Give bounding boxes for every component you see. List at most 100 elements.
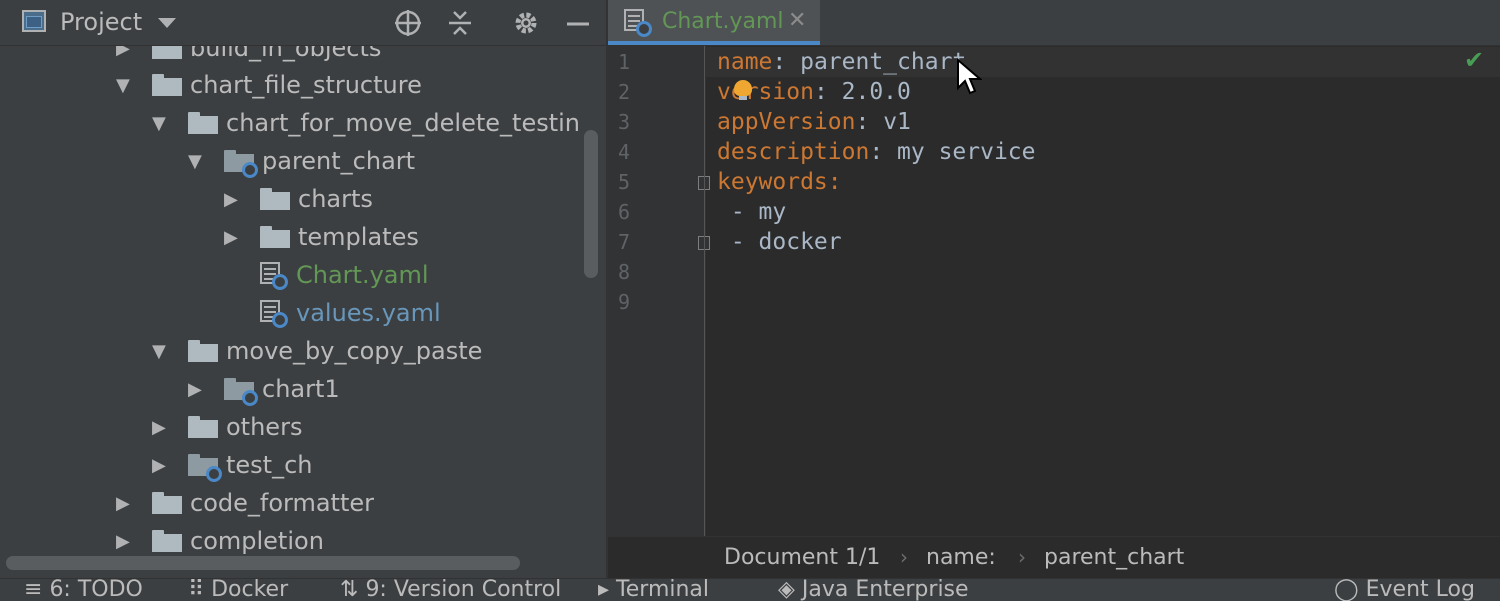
- java-enterprise-tool-button[interactable]: ◈ Java Enterprise: [778, 579, 969, 601]
- folder-icon: [260, 188, 290, 210]
- code-line-4[interactable]: description: my service: [717, 137, 1036, 167]
- yaml-key: version: [717, 79, 814, 105]
- chart-yaml-file-icon: [260, 262, 288, 290]
- expand-arrow-icon[interactable]: ▶: [224, 189, 260, 210]
- close-icon[interactable]: ✕: [788, 8, 806, 33]
- todo-tool-button[interactable]: ≡ 6: TODO: [24, 578, 143, 601]
- tree-item-chart-for-move-delete-testing[interactable]: ▼ chart_for_move_delete_testin: [152, 104, 580, 142]
- locate-file-icon[interactable]: [394, 9, 422, 37]
- yaml-separator: :: [813, 79, 842, 105]
- code-line-1[interactable]: name: parent_chart: [717, 47, 966, 77]
- todo-label: 6: TODO: [49, 578, 143, 601]
- tree-vertical-scrollbar[interactable]: [584, 130, 598, 278]
- folder-icon: [188, 112, 218, 134]
- collapse-all-icon[interactable]: [446, 9, 474, 37]
- tree-item-label: charts: [298, 185, 373, 213]
- line-number: 9: [618, 290, 631, 314]
- tree-item-label: test_ch: [226, 451, 313, 479]
- chevron-down-icon[interactable]: [158, 18, 176, 28]
- yaml-key: keywords: [717, 169, 828, 195]
- yaml-list-item: - my: [717, 199, 787, 225]
- gutter-separator: [704, 46, 705, 536]
- tab-chart-yaml[interactable]: Chart.yaml ✕: [608, 0, 820, 45]
- line-number: 7: [618, 230, 631, 254]
- tree-item-label: chart1: [262, 375, 340, 403]
- expand-arrow-icon[interactable]: ▶: [224, 227, 260, 248]
- folder-icon: [188, 416, 218, 438]
- breadcrumb-document[interactable]: Document 1/1: [724, 545, 880, 570]
- expand-arrow-icon[interactable]: ▶: [152, 455, 188, 476]
- yaml-key: appVersion: [717, 109, 856, 135]
- collapse-arrow-icon[interactable]: ▼: [116, 75, 152, 96]
- breadcrumb: Document 1/1 › name: › parent_chart: [608, 536, 1500, 578]
- tree-item-label: values.yaml: [296, 299, 441, 327]
- tree-item-label: parent_chart: [262, 147, 416, 175]
- event-log-label: Event Log: [1365, 578, 1475, 601]
- tree-item-templates[interactable]: ▶ templates: [224, 218, 419, 256]
- tree-item-charts[interactable]: ▶ charts: [224, 180, 373, 218]
- tree-item-chart1[interactable]: ▶ chart1: [188, 370, 340, 408]
- docker-tool-button[interactable]: ⠿ Docker: [188, 578, 289, 601]
- folder-icon: [152, 74, 182, 96]
- tree-item-others[interactable]: ▶ others: [152, 408, 302, 446]
- project-window-icon: [22, 10, 46, 32]
- tree-item-chart-file-structure[interactable]: ▼ chart_file_structure: [116, 66, 422, 104]
- code-line-5[interactable]: keywords:: [717, 167, 842, 197]
- hide-panel-icon[interactable]: [564, 9, 592, 37]
- chart-folder-icon: [188, 454, 222, 482]
- version-control-tool-button[interactable]: ⇅ 9: Version Control: [340, 578, 562, 601]
- yaml-key: name: [717, 49, 773, 75]
- collapse-arrow-icon[interactable]: ▼: [152, 113, 188, 134]
- yaml-separator: :: [869, 139, 898, 165]
- tree-item-completion[interactable]: ▶ completion: [116, 522, 324, 560]
- lightbulb-icon[interactable]: [734, 80, 752, 100]
- collapse-arrow-icon[interactable]: ▼: [152, 341, 188, 362]
- line-number: 1: [618, 50, 631, 74]
- tree-item-parent-chart[interactable]: ▼ parent_chart: [188, 142, 415, 180]
- line-number-gutter: 1 2 3 4 5 6 7 8 9: [608, 46, 710, 536]
- helm-gear-icon: [242, 162, 258, 178]
- expand-arrow-icon[interactable]: ▶: [152, 417, 188, 438]
- terminal-tool-button[interactable]: ▸ Terminal: [598, 578, 710, 601]
- tree-item-label: chart_file_structure: [190, 71, 422, 99]
- editor-area: Chart.yaml ✕ 1 2 3 4 5 6 7 8 9 name: par…: [608, 0, 1500, 578]
- project-view-title[interactable]: Project: [60, 8, 142, 36]
- line-number: 8: [618, 260, 631, 284]
- expand-arrow-icon[interactable]: ▶: [116, 493, 152, 514]
- yaml-separator: :: [827, 169, 842, 195]
- tree-item-move-by-copy-paste[interactable]: ▼ move_by_copy_paste: [152, 332, 482, 370]
- code-line-3[interactable]: appVersion: v1: [717, 107, 911, 137]
- tree-item-code-formatter[interactable]: ▶ code_formatter: [116, 484, 374, 522]
- tree-horizontal-scrollbar[interactable]: [6, 556, 520, 570]
- line-number: 2: [618, 80, 631, 104]
- folder-icon: [152, 530, 182, 552]
- breadcrumb-separator: ›: [900, 545, 908, 569]
- breadcrumb-separator: ›: [1018, 545, 1026, 569]
- version-control-label: 9: Version Control: [365, 578, 562, 601]
- event-log-tool-button[interactable]: ◯ Event Log: [1334, 578, 1475, 601]
- tree-item-values-yaml[interactable]: values.yaml: [260, 294, 441, 332]
- tree-item-label: completion: [190, 527, 324, 555]
- values-yaml-file-icon: [260, 300, 288, 328]
- tree-item-chart-yaml[interactable]: Chart.yaml: [260, 256, 429, 294]
- code-line-7[interactable]: - docker: [717, 227, 842, 257]
- tree-item-label: move_by_copy_paste: [226, 337, 483, 365]
- breadcrumb-key[interactable]: name:: [926, 545, 996, 570]
- tree-item-label: chart_for_move_delete_testin: [226, 109, 580, 137]
- tab-label: Chart.yaml: [662, 9, 784, 34]
- yaml-list-item: - docker: [717, 229, 842, 255]
- tree-item-label: others: [226, 413, 303, 441]
- expand-arrow-icon[interactable]: ▶: [116, 531, 152, 552]
- mouse-cursor-icon: [957, 58, 982, 95]
- line-number: 5: [618, 170, 631, 194]
- expand-arrow-icon[interactable]: ▶: [188, 379, 224, 400]
- docker-label: Docker: [211, 578, 289, 601]
- folder-icon: [260, 226, 290, 248]
- chart-yaml-file-icon: [624, 9, 652, 37]
- tree-item-test-ch[interactable]: ▶ test_ch: [152, 446, 313, 484]
- code-line-6[interactable]: - my: [717, 197, 786, 227]
- terminal-label: Terminal: [616, 578, 710, 601]
- collapse-arrow-icon[interactable]: ▼: [188, 151, 224, 172]
- breadcrumb-value[interactable]: parent_chart: [1044, 545, 1184, 570]
- gear-icon[interactable]: [512, 9, 540, 37]
